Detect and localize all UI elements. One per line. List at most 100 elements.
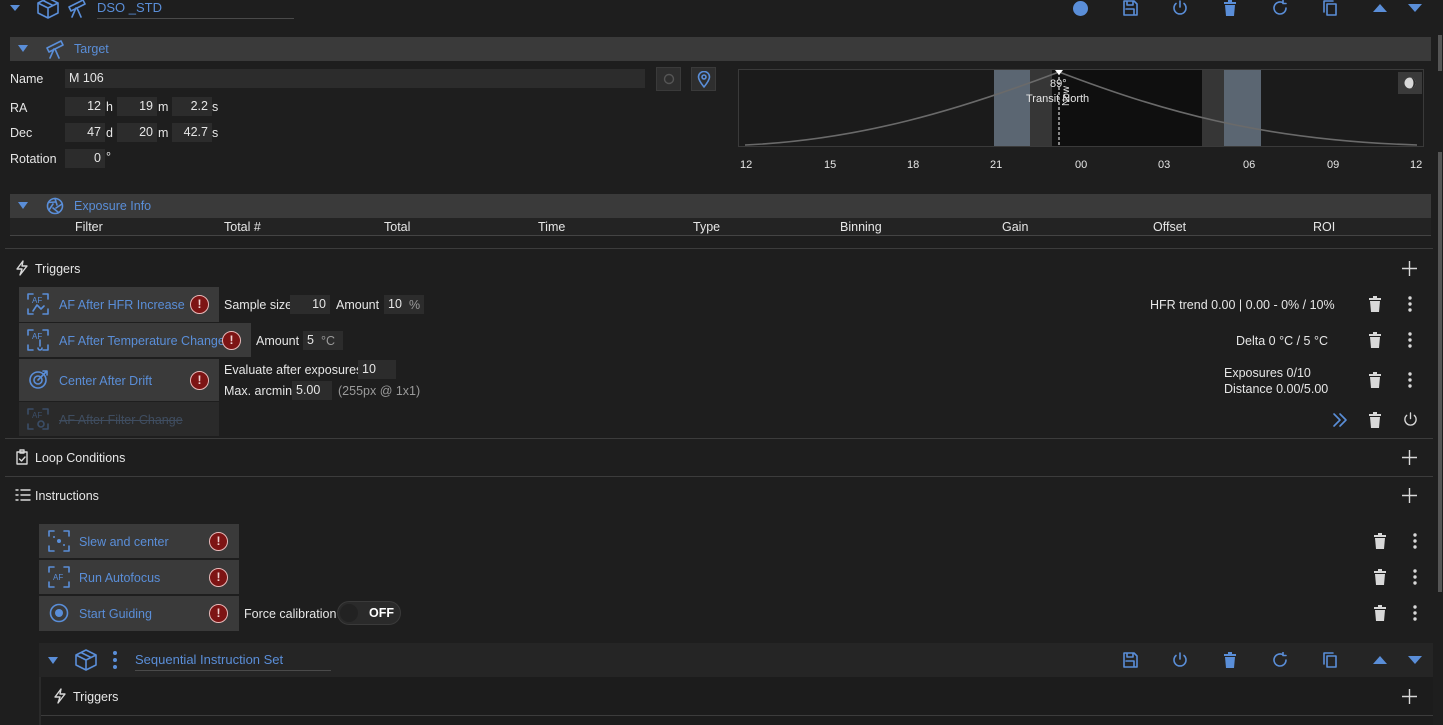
save-icon[interactable] (1122, 0, 1138, 16)
x-tick-7: 09 (1327, 159, 1340, 171)
reset-icon[interactable] (1272, 652, 1288, 668)
more-options-icon[interactable] (1412, 605, 1418, 621)
ra-minutes-field[interactable]: 19 (117, 97, 157, 116)
more-options-icon[interactable] (1412, 533, 1418, 549)
now-label: Now (1061, 85, 1072, 106)
warning-icon[interactable]: ! (209, 568, 228, 587)
sequence-title[interactable]: DSO _STD (97, 0, 294, 19)
slew-center-icon (48, 530, 70, 552)
moon-phase-button[interactable] (1398, 72, 1422, 94)
lightning-icon (16, 260, 28, 276)
hfr-trend-status: HFR trend 0.00 | 0.00 - 0% / 10% (1150, 298, 1335, 312)
target-location-button[interactable] (691, 67, 716, 91)
trash-icon[interactable] (1374, 569, 1386, 585)
move-down-icon[interactable] (1407, 3, 1423, 13)
autofocus-icon: AF (48, 566, 70, 588)
max-arcmin-field[interactable]: 5.00 (292, 381, 332, 400)
x-tick-5: 03 (1158, 159, 1171, 171)
dec-minutes-field[interactable]: 20 (117, 123, 157, 142)
dec-degrees-field[interactable]: 47 (65, 123, 105, 142)
telescope-icon (46, 40, 64, 59)
ra-hours-field[interactable]: 12 (65, 97, 105, 116)
move-up-icon[interactable] (1372, 3, 1388, 13)
amount-field[interactable]: 10 (384, 295, 406, 314)
warning-icon[interactable]: ! (190, 371, 209, 390)
circle-icon[interactable] (1073, 1, 1088, 16)
force-calibration-toggle[interactable]: OFF (337, 601, 401, 625)
x-tick-8: 12 (1410, 159, 1423, 171)
target-section-header[interactable] (10, 37, 1431, 61)
collapse-chevron-icon[interactable] (9, 3, 21, 13)
target-section-title: Target (74, 42, 109, 56)
x-tick-2: 18 (907, 159, 920, 171)
col-offset: Offset (1153, 220, 1187, 234)
save-icon[interactable] (1122, 652, 1138, 668)
trash-icon[interactable] (1369, 412, 1381, 428)
transit-label: Transit North (1026, 93, 1089, 105)
double-chevron-right-icon[interactable] (1332, 412, 1348, 428)
power-icon[interactable] (1172, 0, 1188, 16)
drag-handle-icon[interactable] (112, 651, 118, 669)
trash-icon[interactable] (1369, 372, 1381, 388)
add-instruction-icon[interactable] (1402, 488, 1417, 503)
move-down-icon[interactable] (1407, 655, 1423, 665)
evaluate-after-label: Evaluate after exposures (224, 363, 363, 377)
guiding-icon (49, 603, 69, 623)
target-search-button[interactable] (656, 67, 681, 91)
lightning-icon (54, 688, 66, 704)
target-collapse-icon[interactable] (17, 44, 29, 53)
aperture-icon (46, 197, 64, 215)
exposure-collapse-icon[interactable] (17, 201, 29, 210)
warning-icon[interactable]: ! (222, 331, 241, 350)
autofocus-icon: AF (27, 293, 49, 315)
svg-text:AF: AF (32, 411, 42, 420)
amount-unit: °C (321, 334, 336, 348)
rotation-field[interactable]: 0 (65, 149, 105, 168)
more-options-icon[interactable] (1407, 296, 1413, 312)
warning-icon[interactable]: ! (209, 532, 228, 551)
x-tick-3: 21 (990, 159, 1003, 171)
trash-icon[interactable] (1369, 332, 1381, 348)
evaluate-after-field[interactable]: 10 (358, 360, 396, 379)
add-trigger-icon[interactable] (1402, 689, 1417, 704)
exposure-info-header[interactable] (10, 194, 1431, 218)
copy-icon[interactable] (1322, 652, 1338, 668)
sub-set-left-border (39, 677, 41, 725)
amount-label: Amount (256, 334, 300, 348)
dec-seconds-field[interactable]: 42.7 (172, 123, 212, 142)
trigger-name: AF After Filter Change (59, 413, 183, 427)
instructions-title: Instructions (35, 489, 99, 503)
more-options-icon[interactable] (1407, 332, 1413, 348)
sample-size-label: Sample size (224, 298, 293, 312)
power-icon[interactable] (1172, 652, 1188, 668)
trash-icon[interactable] (1369, 296, 1381, 312)
warning-icon[interactable]: ! (209, 604, 228, 623)
more-options-icon[interactable] (1412, 569, 1418, 585)
add-trigger-icon[interactable] (1402, 261, 1417, 276)
sub-set-body (39, 677, 1433, 725)
sub-set-title[interactable]: Sequential Instruction Set (135, 652, 331, 671)
trigger-name: Center After Drift (59, 374, 153, 388)
scrollbar-thumb-top[interactable] (1438, 35, 1442, 71)
trash-icon[interactable] (1374, 533, 1386, 549)
warning-icon[interactable]: ! (190, 295, 209, 314)
move-up-icon[interactable] (1372, 655, 1388, 665)
add-condition-icon[interactable] (1402, 450, 1417, 465)
list-icon (15, 489, 31, 501)
ra-seconds-field[interactable]: 2.2 (172, 97, 212, 116)
trigger-name: AF After Temperature Change (59, 334, 225, 348)
collapse-chevron-icon[interactable] (47, 656, 59, 665)
power-icon[interactable] (1403, 412, 1418, 427)
trash-icon[interactable] (1374, 605, 1386, 621)
triggers-title: Triggers (35, 262, 81, 276)
copy-icon[interactable] (1322, 0, 1338, 16)
vertical-scrollbar[interactable] (1436, 27, 1443, 725)
exposures-status: Exposures 0/10 (1224, 366, 1311, 380)
sample-size-field[interactable]: 10 (290, 295, 330, 314)
more-options-icon[interactable] (1407, 372, 1413, 388)
trash-icon[interactable] (1223, 652, 1237, 668)
scrollbar-thumb[interactable] (1438, 152, 1442, 592)
name-field[interactable]: M 106 (65, 69, 645, 88)
reset-icon[interactable] (1272, 0, 1288, 16)
trash-icon[interactable] (1223, 0, 1237, 16)
